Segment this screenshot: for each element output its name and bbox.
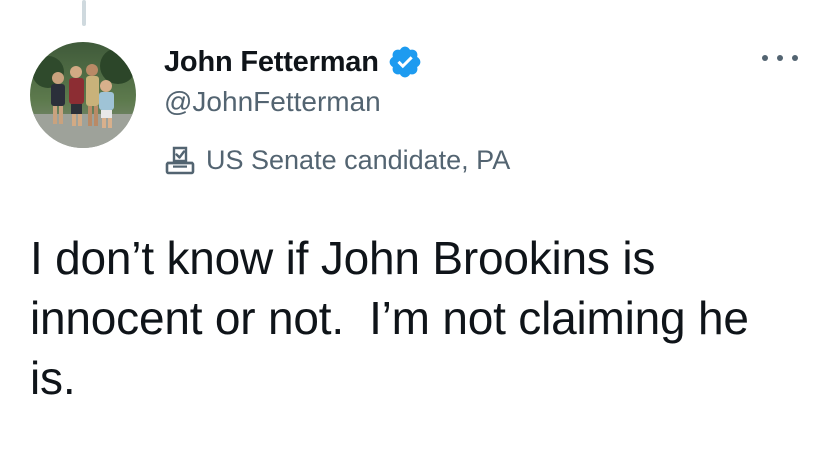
- affiliation-label[interactable]: US Senate candidate, PA: [164, 142, 510, 178]
- verified-badge-icon: [387, 44, 423, 80]
- name-row: John Fetterman: [164, 44, 423, 80]
- more-options-icon: [762, 55, 768, 61]
- display-name[interactable]: John Fetterman: [164, 46, 379, 79]
- user-handle[interactable]: @JohnFetterman: [164, 86, 423, 118]
- avatar-photo: [30, 42, 136, 148]
- affiliation-text: US Senate candidate, PA: [206, 144, 511, 175]
- thread-connector-line: [82, 0, 86, 26]
- more-options-button[interactable]: [762, 48, 798, 68]
- tweet-text: I don’t know if John Brookins is innocen…: [30, 232, 762, 404]
- avatar[interactable]: [30, 42, 136, 148]
- ballot-box-icon: [164, 144, 196, 176]
- more-options-icon-dot: [777, 55, 783, 61]
- more-options-icon-dot: [792, 55, 798, 61]
- author-block[interactable]: John Fetterman @JohnFetterman: [164, 44, 423, 118]
